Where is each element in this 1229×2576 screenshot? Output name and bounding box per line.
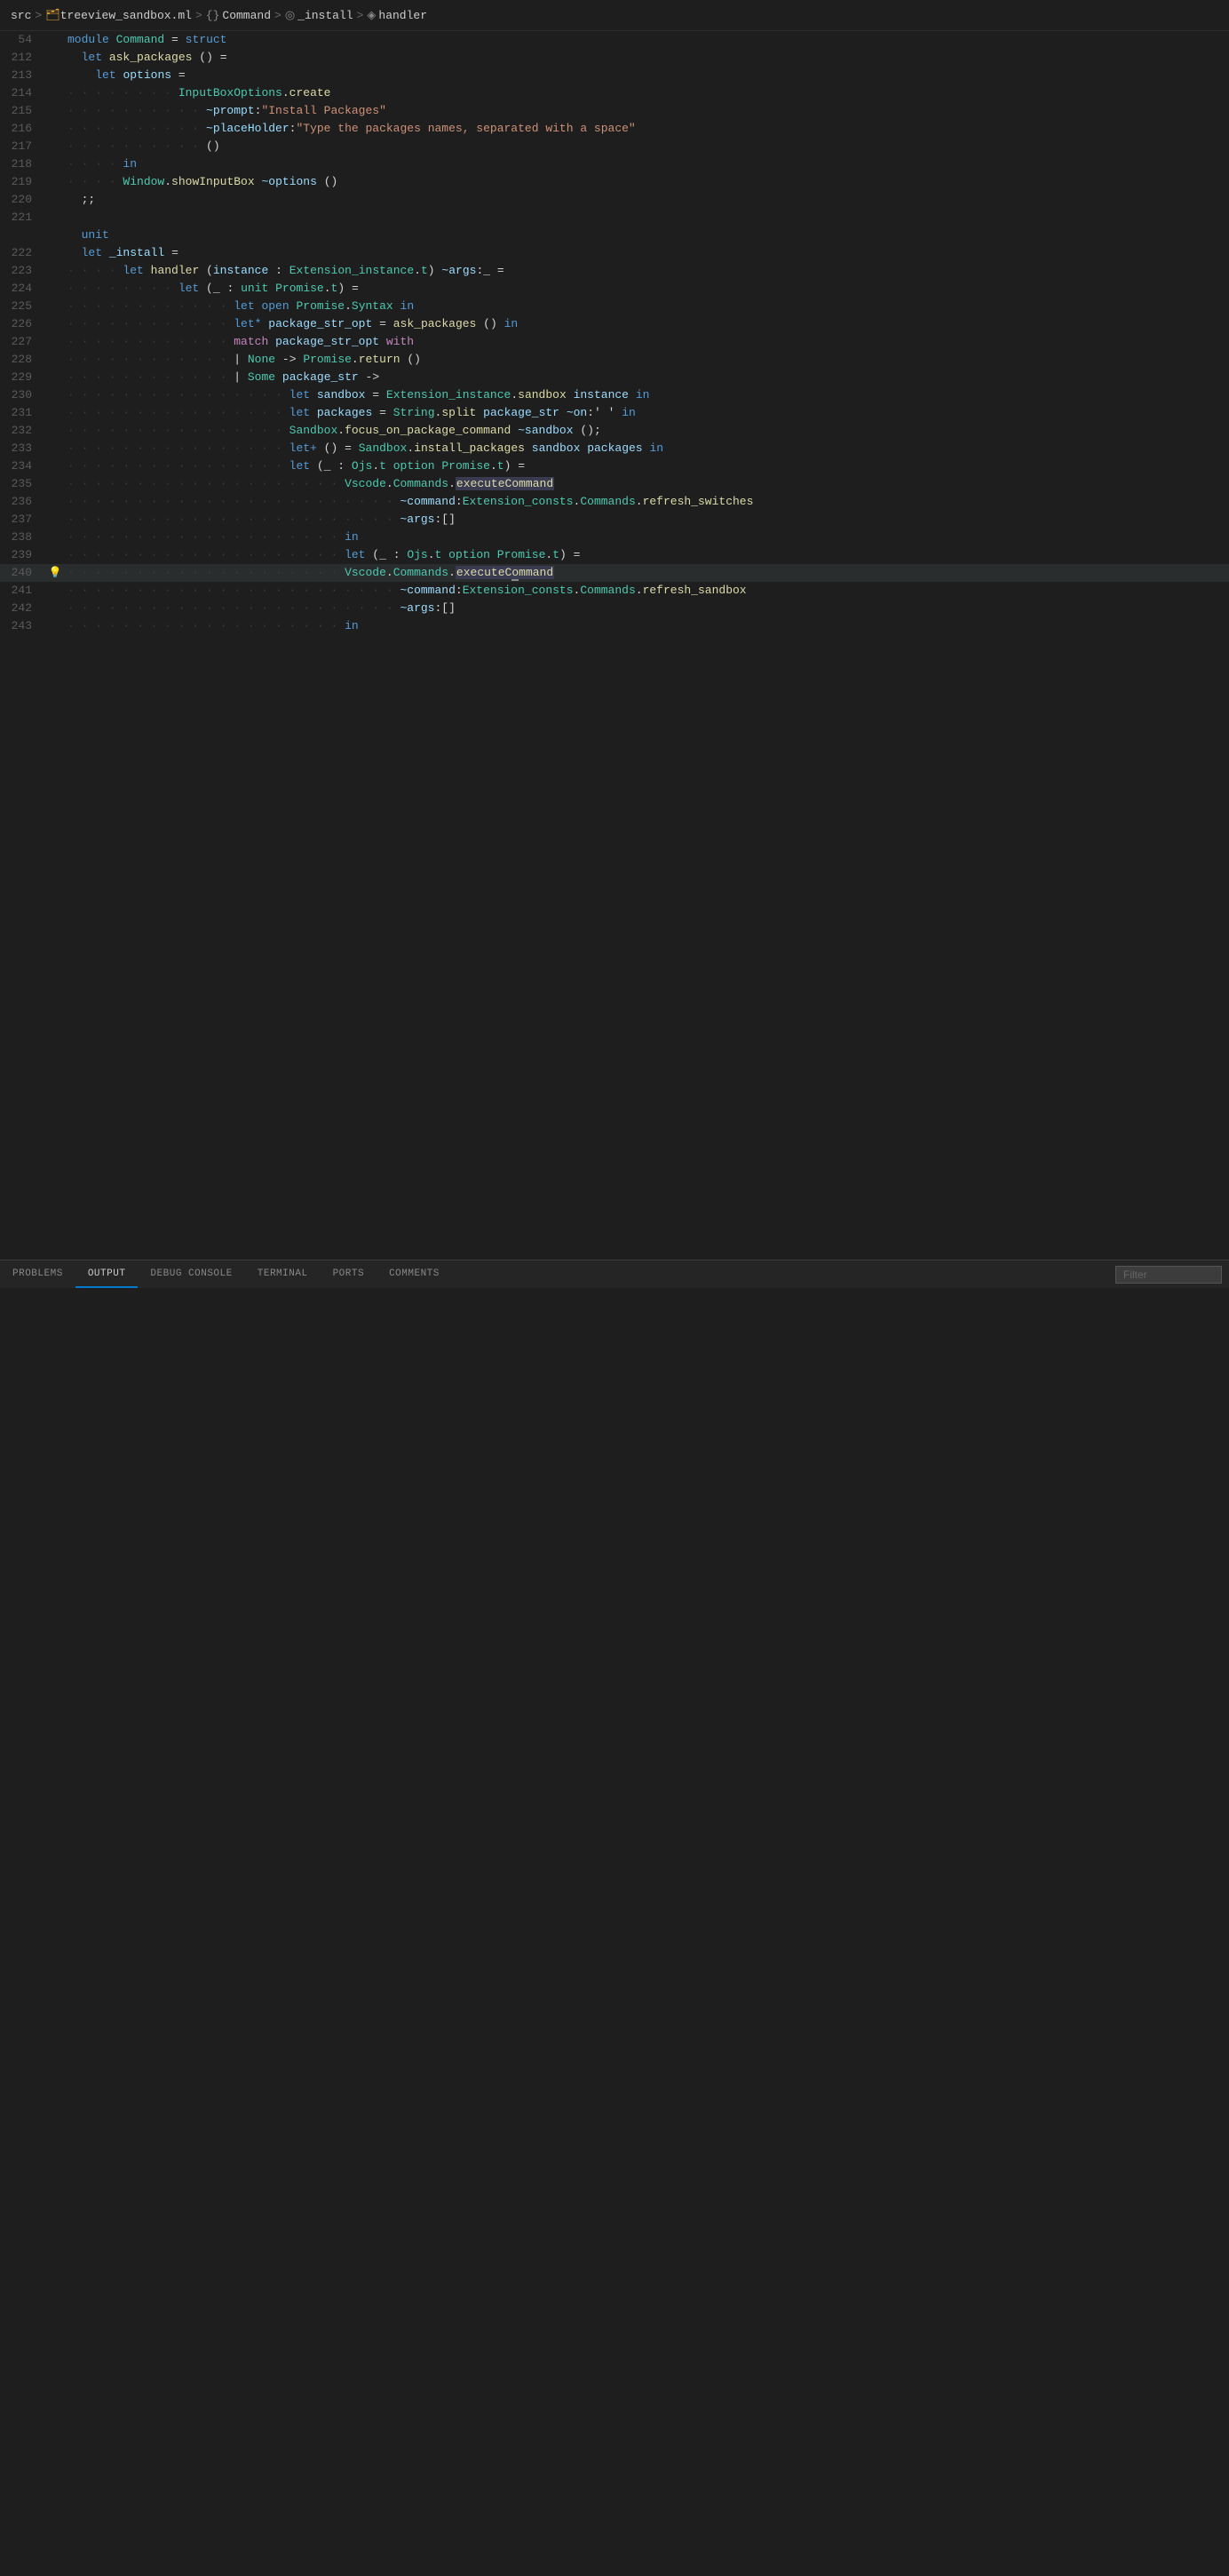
tab-comments[interactable]: COMMENTS <box>377 1260 452 1288</box>
table-row: 225 · · · · · · · · · · · · let open Pro… <box>0 298 1229 315</box>
breadcrumb-icon-file: 🗂 <box>45 9 60 22</box>
table-row: 219 · · · · Window.showInputBox ~options… <box>0 173 1229 191</box>
table-row: 223 · · · · let handler (instance : Exte… <box>0 262 1229 280</box>
table-row: 217 · · · · · · · · · · () <box>0 138 1229 155</box>
editor: 54 module Command = struct 212 let ask_p… <box>0 31 1229 1260</box>
table-row: 215 · · · · · · · · · · ~prompt:"Install… <box>0 102 1229 120</box>
table-row: 237 · · · · · · · · · · · · · · · · · · … <box>0 511 1229 529</box>
table-row: 228 · · · · · · · · · · · · | None -> Pr… <box>0 351 1229 369</box>
tab-problems[interactable]: PROBLEMS <box>0 1260 75 1288</box>
table-row: 220 ;; <box>0 191 1229 209</box>
table-row: 221 <box>0 209 1229 227</box>
table-row: 214 · · · · · · · · InputBoxOptions.crea… <box>0 84 1229 102</box>
table-row: 226 · · · · · · · · · · · · let* package… <box>0 315 1229 333</box>
table-row: 234 · · · · · · · · · · · · · · · · let … <box>0 457 1229 475</box>
table-row: 218 · · · · in <box>0 155 1229 173</box>
breadcrumb-module-icon: {} <box>206 9 220 22</box>
table-row: 54 module Command = struct <box>0 31 1229 49</box>
tab-terminal[interactable]: TERMINAL <box>245 1260 321 1288</box>
panel-filter-area <box>1108 1260 1229 1288</box>
table-row: 229 · · · · · · · · · · · · | Some packa… <box>0 369 1229 386</box>
tab-output[interactable]: OUTPUT <box>75 1260 139 1288</box>
breadcrumb-install[interactable]: _install <box>297 9 353 22</box>
breadcrumb-handler-icon: ◈ <box>367 9 376 22</box>
table-row: 238 · · · · · · · · · · · · · · · · · · … <box>0 529 1229 546</box>
breadcrumb-module[interactable]: Command <box>222 9 271 22</box>
filter-input[interactable] <box>1115 1266 1222 1284</box>
table-row: 227 · · · · · · · · · · · · match packag… <box>0 333 1229 351</box>
table-row: 213 let options = <box>0 67 1229 84</box>
table-row: 240 💡 · · · · · · · · · · · · · · · · · … <box>0 564 1229 582</box>
table-row: 216 · · · · · · · · · · ~placeHolder:"Ty… <box>0 120 1229 138</box>
breadcrumb: src > 🗂 treeview_sandbox.ml > {} Command… <box>0 0 1229 31</box>
table-row: 235 · · · · · · · · · · · · · · · · · · … <box>0 475 1229 493</box>
panel: PROBLEMS OUTPUT DEBUG CONSOLE TERMINAL P… <box>0 1260 1229 1288</box>
lightbulb-icon[interactable]: 💡 <box>49 564 62 582</box>
table-row: 224 · · · · · · · · let (_ : unit Promis… <box>0 280 1229 298</box>
table-row: 233 · · · · · · · · · · · · · · · · let+… <box>0 440 1229 457</box>
code-area[interactable]: 54 module Command = struct 212 let ask_p… <box>0 31 1229 1260</box>
tab-ports[interactable]: PORTS <box>321 1260 377 1288</box>
table-row: 242 · · · · · · · · · · · · · · · · · · … <box>0 600 1229 617</box>
table-row: 231 · · · · · · · · · · · · · · · · let … <box>0 404 1229 422</box>
table-row: 236 · · · · · · · · · · · · · · · · · · … <box>0 493 1229 511</box>
tab-debug-console[interactable]: DEBUG CONSOLE <box>138 1260 244 1288</box>
breadcrumb-src[interactable]: src <box>11 9 31 22</box>
table-row: unit <box>0 227 1229 244</box>
breadcrumb-handler[interactable]: handler <box>378 9 427 22</box>
table-row: 241 · · · · · · · · · · · · · · · · · · … <box>0 582 1229 600</box>
table-row: 243 · · · · · · · · · · · · · · · · · · … <box>0 617 1229 635</box>
breadcrumb-file[interactable]: treeview_sandbox.ml <box>60 9 192 22</box>
table-row: 212 let ask_packages () = <box>0 49 1229 67</box>
table-row: 222 let _install = <box>0 244 1229 262</box>
breadcrumb-install-icon: ◎ <box>285 9 295 22</box>
panel-content <box>0 1288 1229 2576</box>
table-row: 230 · · · · · · · · · · · · · · · · let … <box>0 386 1229 404</box>
table-row: 239 · · · · · · · · · · · · · · · · · · … <box>0 546 1229 564</box>
table-row: 232 · · · · · · · · · · · · · · · · Sand… <box>0 422 1229 440</box>
